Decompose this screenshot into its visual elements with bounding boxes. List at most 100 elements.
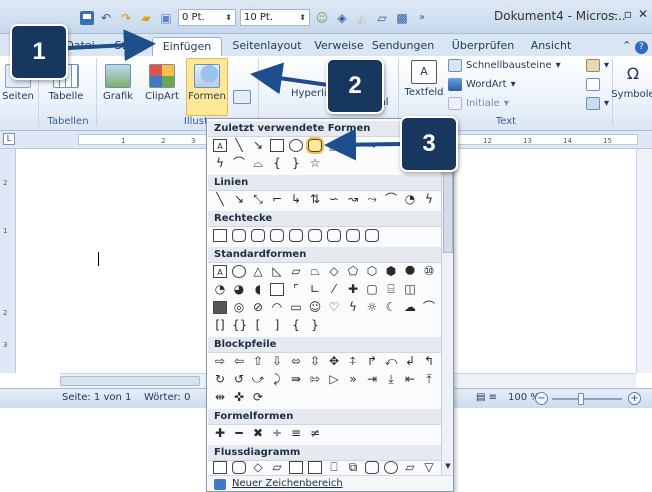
left-bracket-shape-icon[interactable]: [ bbox=[251, 319, 265, 332]
flowchart-manual-input-shape-icon[interactable]: ⏥ bbox=[403, 461, 417, 474]
right-brace-shape-icon[interactable]: } bbox=[289, 157, 303, 170]
smiley-icon[interactable]: ☺ bbox=[314, 10, 330, 26]
frame-shape-icon[interactable] bbox=[270, 283, 284, 296]
cube-shape-icon[interactable]: ◫ bbox=[403, 283, 417, 296]
freeform-shape-icon[interactable]: ◔ bbox=[403, 193, 417, 206]
right-bracket-shape-icon[interactable]: ] bbox=[270, 319, 284, 332]
zoom-in-icon[interactable]: + bbox=[628, 392, 641, 405]
more-commands-icon[interactable]: » bbox=[414, 10, 430, 26]
maximize-icon[interactable]: ▫ bbox=[624, 7, 632, 21]
teardrop-shape-icon[interactable]: ◖ bbox=[251, 283, 265, 296]
star-shape-icon[interactable]: ☆ bbox=[308, 157, 322, 170]
right-arrow-shape-icon[interactable]: ⇨ bbox=[213, 355, 227, 368]
curved-up-arrow-shape-icon[interactable]: ⤻ bbox=[251, 373, 265, 386]
flowchart-preparation-shape-icon[interactable] bbox=[384, 461, 398, 474]
textbox-shape-icon[interactable]: A bbox=[213, 265, 227, 278]
round-single-corner-shape-icon[interactable] bbox=[327, 229, 341, 242]
curve-shape-icon[interactable]: ⌒ bbox=[232, 157, 246, 170]
view-mode-icon[interactable]: ▤ ≡ bbox=[476, 392, 497, 403]
elbow-connector-shape-icon[interactable]: ⌐ bbox=[270, 193, 284, 206]
schnellbausteine-button[interactable]: Schnellbausteine ▾ bbox=[448, 59, 561, 72]
snip-same-side-shape-icon[interactable] bbox=[270, 229, 284, 242]
block-arc-shape-icon[interactable]: ◠ bbox=[270, 301, 284, 314]
curve-shape-icon[interactable]: ⌒ bbox=[384, 193, 398, 206]
flowchart-multidocument-shape-icon[interactable]: ⧉ bbox=[346, 461, 360, 474]
round-same-side-shape-icon[interactable] bbox=[346, 229, 360, 242]
elbow-arrow-shape-icon[interactable]: ↳ bbox=[289, 193, 303, 206]
symbole-button[interactable]: Ω Symbole bbox=[611, 62, 652, 100]
right-arrow-shape-icon[interactable]: ⇨ bbox=[365, 139, 379, 152]
scroll-down-icon[interactable]: ▼ bbox=[443, 462, 453, 472]
minus-shape-icon[interactable]: ━ bbox=[232, 427, 246, 440]
font-size-combo-2[interactable]: 10 Pt. ⬍ bbox=[240, 9, 310, 26]
tab-einfuegen[interactable]: Einfügen bbox=[152, 37, 222, 56]
object-button[interactable]: ▾ bbox=[586, 97, 609, 110]
shapes-icon[interactable]: ◈ bbox=[334, 10, 350, 26]
scribble-shape-icon[interactable]: ϟ bbox=[422, 193, 436, 206]
double-arrow-line-shape-icon[interactable]: ⤡ bbox=[251, 193, 265, 206]
close-icon[interactable]: ✕ bbox=[638, 7, 648, 21]
curved-down-arrow-shape-icon[interactable]: ⤸ bbox=[270, 373, 284, 386]
tab-seitenlayout[interactable]: Seitenlayout bbox=[228, 37, 306, 56]
diamond-shape-icon[interactable]: ◇ bbox=[327, 265, 341, 278]
pentagon-arrow-shape-icon[interactable]: ▷ bbox=[327, 373, 341, 386]
donut-shape-icon[interactable]: ◎ bbox=[232, 301, 246, 314]
flowchart-process-shape-icon[interactable] bbox=[213, 461, 227, 474]
date-time-button[interactable] bbox=[586, 78, 600, 91]
flowchart-internal-storage-shape-icon[interactable] bbox=[308, 461, 322, 474]
screenshot-button[interactable] bbox=[228, 90, 256, 107]
down-arrow-callout-shape-icon[interactable]: ⤓ bbox=[384, 373, 398, 386]
striped-right-arrow-shape-icon[interactable]: ⇛ bbox=[289, 373, 303, 386]
cloud-shape-icon[interactable]: ☁ bbox=[403, 301, 417, 314]
arrow-line-shape-icon[interactable]: ↘ bbox=[251, 139, 265, 152]
textfeld-button[interactable]: A Textfeld bbox=[402, 60, 446, 98]
menu-scrollbar[interactable]: ▲ ▼ bbox=[441, 119, 453, 475]
arrow-line-shape-icon[interactable]: ↘ bbox=[232, 193, 246, 206]
triangle-shape-icon[interactable]: △ bbox=[251, 265, 265, 278]
snip-round-shape-icon[interactable] bbox=[308, 229, 322, 242]
bent-arrow-shape-icon[interactable]: ↱ bbox=[365, 355, 379, 368]
left-brace-shape-icon[interactable]: { bbox=[289, 319, 303, 332]
flowchart-terminator-shape-icon[interactable] bbox=[365, 461, 379, 474]
up-arrow-shape-icon[interactable]: ⇧ bbox=[251, 355, 265, 368]
trapezoid-shape-icon[interactable]: ⏢ bbox=[308, 265, 322, 278]
left-right-arrow-shape-icon[interactable]: ⬄ bbox=[289, 355, 303, 368]
tab-sendungen[interactable]: Sendungen bbox=[370, 37, 436, 56]
smiley-face-shape-icon[interactable]: ☺ bbox=[308, 301, 322, 314]
rounded-rectangle-shape-icon[interactable] bbox=[232, 229, 246, 242]
curved-double-arrow-shape-icon[interactable]: ⤳ bbox=[365, 193, 379, 206]
plaque-shape-icon[interactable]: ▢ bbox=[365, 283, 379, 296]
u-turn-arrow-shape-icon[interactable]: ⤺ bbox=[384, 355, 398, 368]
grafik-button[interactable]: Grafik bbox=[98, 64, 138, 102]
bracket-shape-icon[interactable]: ⌓ bbox=[251, 157, 265, 170]
double-brace-shape-icon[interactable]: {} bbox=[232, 319, 247, 332]
pentagon-shape-icon[interactable]: ⬠ bbox=[346, 265, 360, 278]
curved-connector-shape-icon[interactable]: ∽ bbox=[327, 193, 341, 206]
flowchart-data-shape-icon[interactable]: ▱ bbox=[270, 461, 284, 474]
left-right-up-arrow-shape-icon[interactable]: ⍏ bbox=[346, 355, 360, 368]
left-up-arrow-shape-icon[interactable]: ↲ bbox=[403, 355, 417, 368]
snip-single-corner-shape-icon[interactable] bbox=[251, 229, 265, 242]
flowchart-decision-shape-icon[interactable]: ◇ bbox=[251, 461, 265, 474]
snip-diagonal-shape-icon[interactable] bbox=[289, 229, 303, 242]
quad-arrow-callout-shape-icon[interactable]: ✜ bbox=[232, 391, 246, 404]
moon-shape-icon[interactable]: ☾ bbox=[384, 301, 398, 314]
flowchart-document-shape-icon[interactable]: ⎕ bbox=[327, 461, 341, 474]
can-shape-icon[interactable]: ⌸ bbox=[384, 283, 398, 296]
zoom-out-icon[interactable]: − bbox=[535, 392, 548, 405]
tab-verweise[interactable]: Verweise bbox=[310, 37, 368, 56]
left-arrow-callout-shape-icon[interactable]: ⇤ bbox=[403, 373, 417, 386]
scroll-thumb[interactable] bbox=[60, 376, 200, 386]
rectangle-shape-icon[interactable] bbox=[270, 139, 284, 152]
heptagon-shape-icon[interactable]: ⬢ bbox=[384, 265, 398, 278]
up-arrow-callout-shape-icon[interactable]: ⤒ bbox=[422, 373, 436, 386]
left-arrow-shape-icon[interactable]: ⇦ bbox=[232, 355, 246, 368]
word-count[interactable]: Wörter: 0 bbox=[144, 392, 190, 403]
not-equal-shape-icon[interactable]: ≠ bbox=[308, 427, 322, 440]
notched-right-arrow-shape-icon[interactable]: ⇰ bbox=[308, 373, 322, 386]
hexagon-shape-icon[interactable]: ⬡ bbox=[365, 265, 379, 278]
l-shape-icon[interactable]: ∟ bbox=[308, 283, 322, 296]
zoom-slider-handle[interactable] bbox=[578, 393, 584, 405]
wordart-button[interactable]: WordArt ▾ bbox=[448, 78, 516, 91]
tab-ansicht[interactable]: Ansicht bbox=[524, 37, 578, 56]
